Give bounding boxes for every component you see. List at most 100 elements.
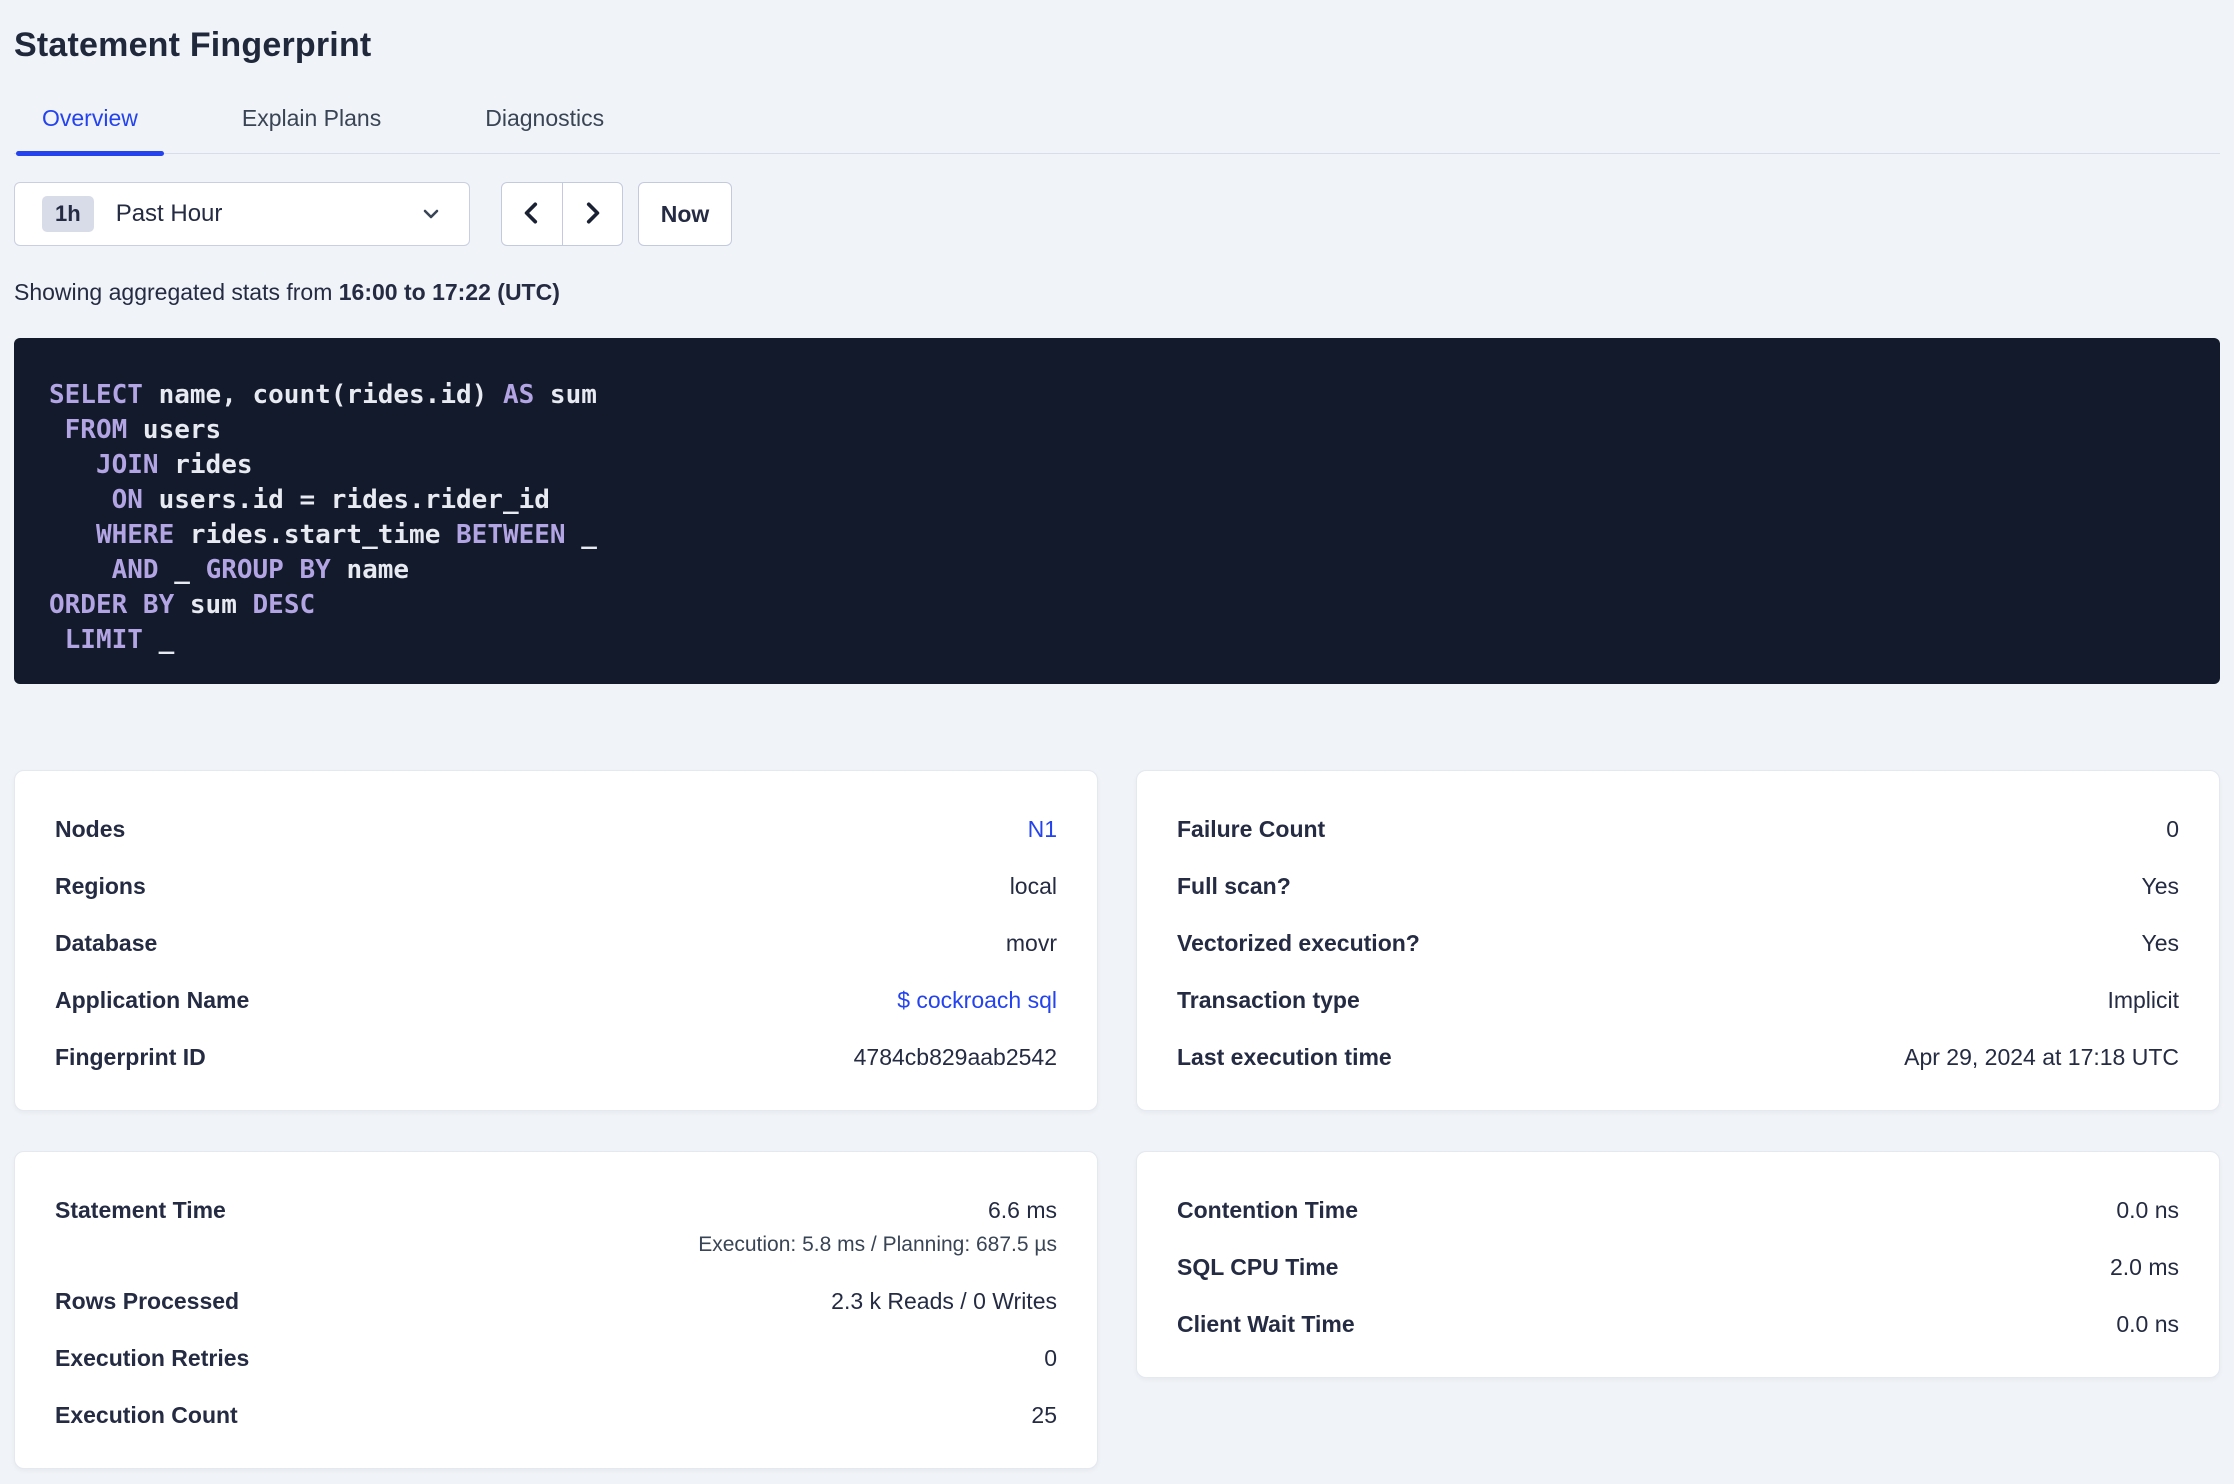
row-value-wrap: 2.0 ms — [2110, 1255, 2179, 1280]
now-button[interactable]: Now — [638, 182, 732, 246]
row-label: Statement Time — [55, 1197, 226, 1223]
sql-line: ORDER BY sum DESC — [49, 588, 2176, 623]
sql-text: sum — [174, 590, 253, 620]
card-row: Application Name $ cockroach sql — [55, 988, 1057, 1013]
row-value-wrap: movr — [1006, 931, 1057, 956]
tab-overview[interactable]: Overview — [16, 105, 164, 156]
sql-text: name, count(rides.id) — [142, 380, 503, 410]
sql-keyword: SELECT — [49, 380, 143, 410]
tab-bar: Overview Explain Plans Diagnostics — [14, 105, 2220, 156]
row-value: 0.0 ns — [2116, 1311, 2179, 1337]
time-range-value: Past Hour — [115, 200, 223, 227]
sql-text: rides — [158, 450, 253, 480]
sql-keyword: FROM — [64, 415, 128, 445]
row-value: 0 — [1044, 1345, 1057, 1371]
row-value: Yes — [2141, 873, 2179, 899]
card-row: Fingerprint ID 4784cb829aab2542 — [55, 1045, 1057, 1070]
sql-keyword: JOIN — [95, 450, 159, 480]
card-row: Database movr — [55, 931, 1057, 956]
card-statement-details: Nodes N1 Regions local Database movr Applicati… — [14, 770, 1098, 1111]
row-value-wrap: 4784cb829aab2542 — [854, 1045, 1057, 1070]
row-value-wrap: Implicit — [2107, 988, 2179, 1013]
sql-keyword: ON — [111, 485, 143, 515]
row-value: 2.0 ms — [2109, 1254, 2179, 1280]
chevron-down-icon — [419, 202, 443, 226]
time-step-buttons — [501, 182, 623, 246]
card-row: Rows Processed 2.3 k Reads / 0 Writes — [55, 1289, 1057, 1314]
row-value: 4784cb829aab2542 — [853, 1044, 1057, 1070]
sql-text: name — [330, 555, 410, 585]
row-label: Last execution time — [1177, 1044, 1392, 1070]
sql-text: _ — [158, 555, 206, 585]
row-value: movr — [1005, 930, 1057, 956]
sql-line: FROM users — [49, 413, 2176, 448]
sql-line: AND _ GROUP BY name — [49, 553, 2176, 588]
sql-text: _ — [142, 625, 175, 655]
row-value-wrap: Yes — [2141, 874, 2179, 899]
sql-line: LIMIT _ — [49, 623, 2176, 658]
card-row: Transaction type Implicit — [1177, 988, 2179, 1013]
card-row: SQL CPU Time 2.0 ms — [1177, 1255, 2179, 1280]
card-row: Vectorized execution? Yes — [1177, 931, 2179, 956]
row-value: 2.3 k Reads / 0 Writes — [831, 1288, 1057, 1314]
row-label: Regions — [55, 873, 146, 899]
row-value-link[interactable]: $ cockroach sql — [897, 988, 1057, 1013]
row-label: Fingerprint ID — [55, 1044, 206, 1070]
sql-text: users.id = rides.rider_id — [142, 485, 550, 515]
row-label: Failure Count — [1177, 816, 1326, 842]
tab-explain-plans[interactable]: Explain Plans — [216, 105, 407, 153]
sql-keyword: WHERE — [95, 520, 175, 550]
sql-line: SELECT name, count(rides.id) AS sum — [49, 378, 2176, 413]
sql-keyword: ORDER BY — [49, 590, 175, 620]
row-label: Database — [55, 930, 158, 956]
row-value-wrap: N1 — [1028, 817, 1057, 842]
sql-keyword: AS — [502, 380, 535, 410]
row-label: Client Wait Time — [1177, 1311, 1355, 1337]
row-value-wrap: 6.6 ms Execution: 5.8 ms / Planning: 687.… — [698, 1198, 1057, 1257]
row-label: Execution Retries — [55, 1345, 250, 1371]
row-value: 6.6 ms — [987, 1197, 1057, 1223]
row-value-wrap: Yes — [2141, 931, 2179, 956]
row-value: Implicit — [2107, 987, 2179, 1013]
sql-statement: SELECT name, count(rides.id) AS sum FROM… — [14, 338, 2220, 684]
page-title: Statement Fingerprint — [14, 26, 372, 64]
previous-range-button[interactable] — [502, 183, 563, 245]
statement-fingerprint-page: Statement Fingerprint Overview Explain Pl… — [0, 26, 2234, 1481]
sql-text: _ — [565, 520, 597, 550]
row-label: Contention Time — [1177, 1197, 1359, 1223]
cards-grid: Nodes N1 Regions local Database movr Applicati… — [14, 770, 2220, 1481]
sql-keyword: GROUP BY — [205, 555, 331, 585]
card-wait-timings: Contention Time 0.0 ns SQL CPU Time 2.0 ms C… — [1136, 1151, 2220, 1378]
card-row: Execution Retries 0 — [55, 1346, 1057, 1371]
row-label: Nodes — [55, 816, 126, 842]
row-value-wrap: 0.0 ns — [2116, 1312, 2179, 1337]
row-value: 0 — [2166, 816, 2179, 842]
row-label: Rows Processed — [55, 1288, 240, 1314]
sql-text: users — [127, 415, 222, 445]
sql-line: ON users.id = rides.rider_id — [49, 483, 2176, 518]
row-value: 0.0 ns — [2116, 1197, 2179, 1223]
row-label: Application Name — [55, 987, 250, 1013]
row-subvalue: Execution: 5.8 ms / Planning: 687.5 µs — [698, 1233, 1057, 1256]
row-label: Execution Count — [55, 1402, 238, 1428]
card-row: Failure Count 0 — [1177, 817, 2179, 842]
card-row: Last execution time Apr 29, 2024 at 17:18… — [1177, 1045, 2179, 1070]
card-row: Full scan? Yes — [1177, 874, 2179, 899]
next-range-button[interactable] — [563, 183, 623, 245]
row-value-wrap: 0 — [1044, 1346, 1057, 1371]
row-label: Vectorized execution? — [1177, 930, 1420, 956]
time-range-select[interactable]: 1h Past Hour — [14, 182, 470, 246]
sql-line: JOIN rides — [49, 448, 2176, 483]
stats-line-prefix: Showing aggregated stats from — [14, 279, 333, 305]
tab-diagnostics[interactable]: Diagnostics — [459, 105, 630, 153]
row-value: Yes — [2141, 930, 2179, 956]
stats-line-range: 16:00 to 17:22 (UTC) — [338, 279, 560, 305]
card-row: Client Wait Time 0.0 ns — [1177, 1312, 2179, 1337]
duration-badge: 1h — [42, 196, 94, 232]
row-label: Transaction type — [1177, 987, 1360, 1013]
row-value-link[interactable]: N1 — [1028, 817, 1057, 842]
card-row: Contention Time 0.0 ns — [1177, 1198, 2179, 1223]
